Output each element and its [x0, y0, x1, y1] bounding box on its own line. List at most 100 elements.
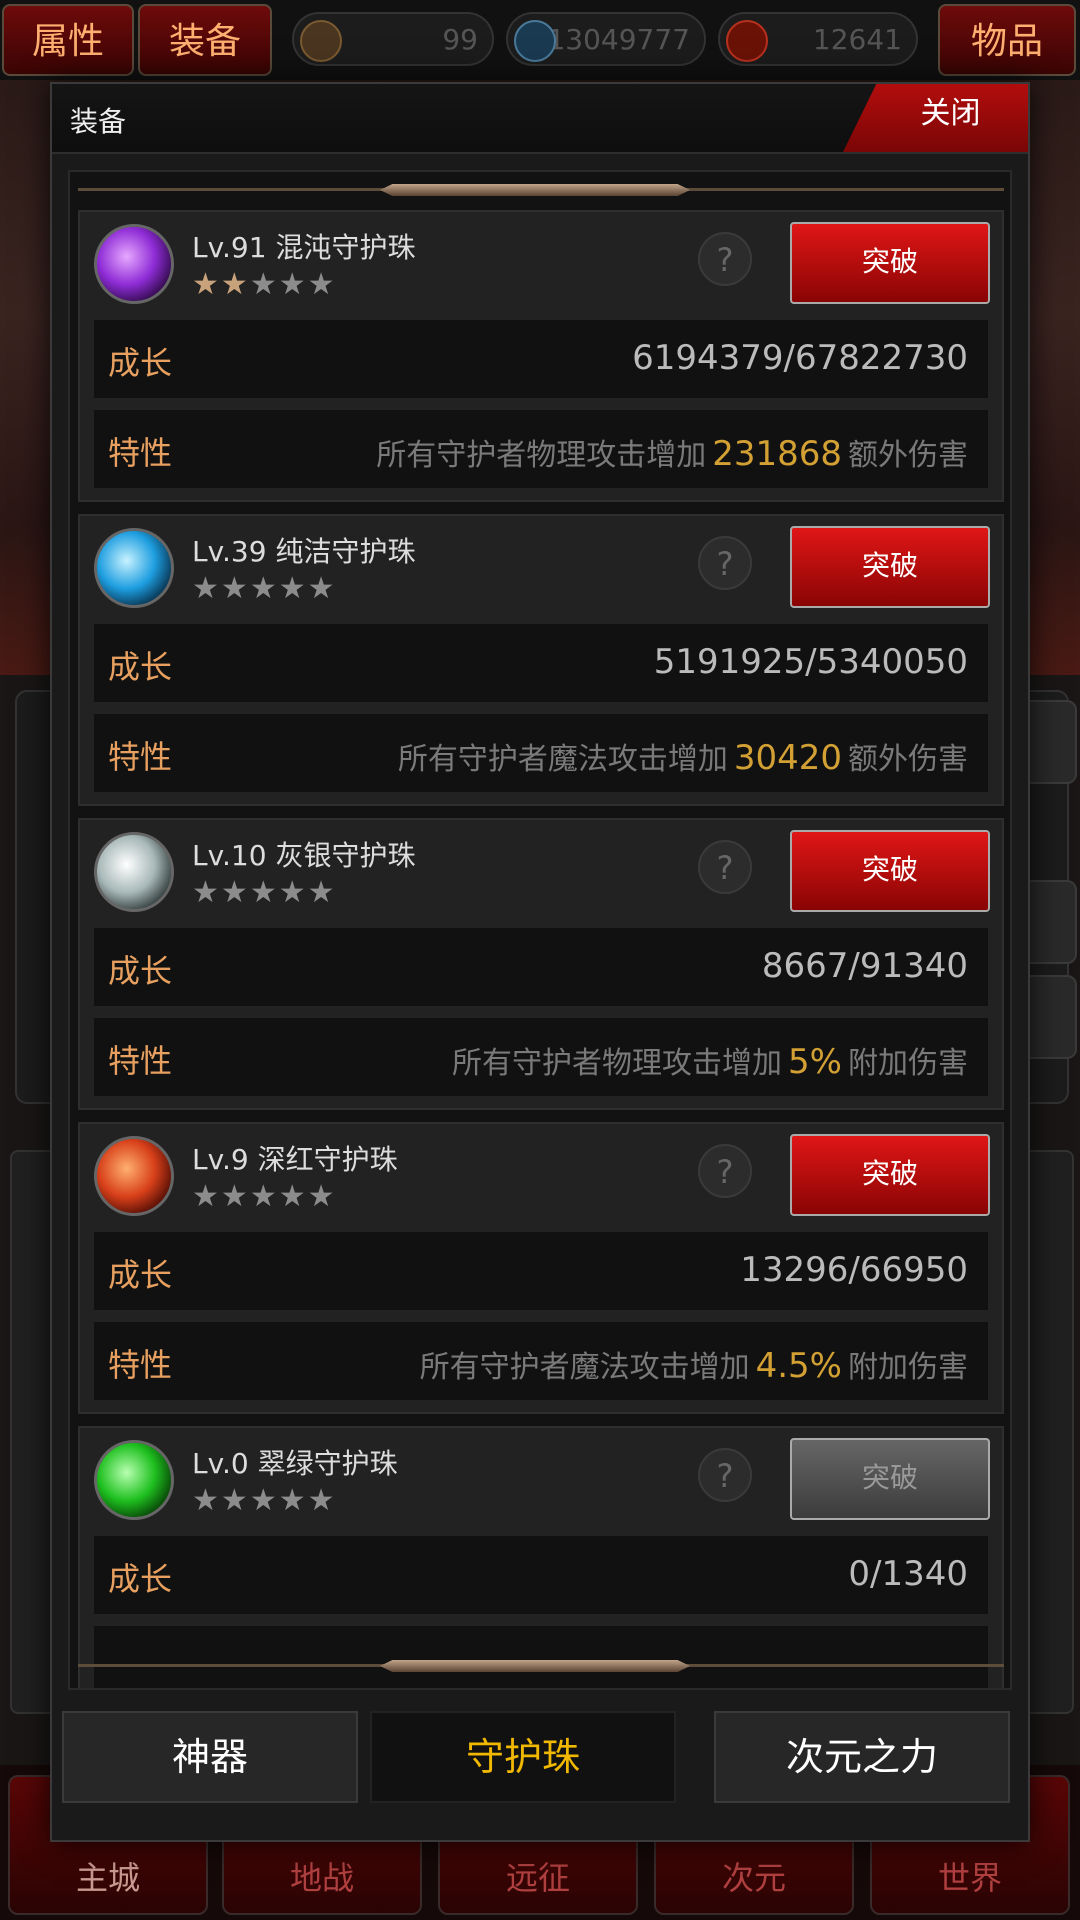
resource-value-3: 12641 — [812, 23, 902, 56]
close-button[interactable]: 关闭 — [843, 84, 1028, 152]
growth-row: 成长 8667/91340 — [94, 928, 988, 1006]
help-button[interactable]: ? — [698, 232, 752, 286]
star-icon: ★ — [220, 875, 250, 910]
orb-level: Lv.39 — [192, 535, 267, 568]
emerald-orb-icon — [94, 1440, 174, 1520]
growth-label: 成长 — [108, 648, 173, 686]
star-icon: ★ — [220, 1483, 250, 1518]
orb-name: 纯洁守护珠 — [275, 535, 416, 568]
nav-label: 世界 — [937, 1859, 1002, 1897]
orb-title: Lv.0 翠绿守护珠 — [192, 1442, 398, 1482]
trait-row: 特性 所有守护者魔法攻击增加 4.5% 附加伤害 — [94, 1322, 988, 1400]
trait-value: 30420 — [733, 738, 842, 778]
bottom-divider-ornament — [380, 1660, 690, 1672]
star-icon: ★ — [307, 1179, 337, 1214]
tab-attributes[interactable]: 属性 — [2, 4, 134, 76]
trait-prefix: 所有守护者物理攻击增加 — [376, 438, 707, 473]
breakthrough-button[interactable]: 突破 — [790, 222, 990, 304]
star-icon: ★ — [278, 267, 308, 302]
close-label: 关闭 — [920, 96, 981, 131]
breakthrough-button[interactable]: 突破 — [790, 526, 990, 608]
trait-text: 所有守护者物理攻击增加 5% 附加伤害 — [452, 1038, 968, 1082]
trait-row: 特性 所有守护者魔法攻击增加 30420 额外伤害 — [94, 714, 988, 792]
orb-level: Lv.9 — [192, 1143, 249, 1176]
tab-equipment[interactable]: 装备 — [138, 4, 272, 76]
help-button[interactable]: ? — [698, 1448, 752, 1502]
nav-label: 次元 — [721, 1859, 786, 1897]
trait-suffix: 附加伤害 — [848, 1046, 968, 1081]
orb-card-chaos: Lv.91 混沌守护珠 ★★★★★ ? 突破 成长 6194379/678227… — [78, 210, 1004, 502]
star-icon: ★ — [249, 875, 279, 910]
equipment-modal: 装备 关闭 Lv.91 混沌守护珠 ★★★★★ ? 突破 成长 6194379/… — [50, 82, 1030, 1842]
star-icon: ★ — [278, 1483, 308, 1518]
chaos-orb-icon — [94, 224, 174, 304]
orb-list[interactable]: Lv.91 混沌守护珠 ★★★★★ ? 突破 成长 6194379/678227… — [68, 170, 1012, 1690]
growth-value: 6194379/67822730 — [632, 338, 968, 378]
trait-label: 特性 — [108, 738, 173, 776]
trait-value: 5% — [788, 1042, 842, 1082]
resource-value-2: 13049777 — [547, 23, 690, 56]
growth-label: 成长 — [108, 952, 173, 990]
star-icon: ★ — [307, 1483, 337, 1518]
star-icon: ★ — [192, 571, 221, 606]
growth-row: 成长 13296/66950 — [94, 1232, 988, 1310]
tab-dimension-power[interactable]: 次元之力 — [714, 1711, 1010, 1803]
star-icon: ★ — [192, 1483, 221, 1518]
star-icon: ★ — [249, 1179, 279, 1214]
star-rating: ★★★★★ — [192, 574, 337, 604]
star-icon: ★ — [249, 571, 279, 606]
growth-value: 13296/66950 — [740, 1250, 968, 1290]
star-icon: ★ — [307, 267, 337, 302]
star-icon: ★ — [307, 571, 337, 606]
silver-orb-icon — [94, 832, 174, 912]
orb-level: Lv.0 — [192, 1447, 249, 1480]
tab-items[interactable]: 物品 — [938, 4, 1076, 76]
nav-label: 地战 — [289, 1859, 354, 1897]
orb-card-silver: Lv.10 灰银守护珠 ★★★★★ ? 突破 成长 8667/91340 特性 … — [78, 818, 1004, 1110]
trait-row — [94, 1626, 988, 1688]
trait-label: 特性 — [108, 1346, 173, 1384]
breakthrough-button[interactable]: 突破 — [790, 1134, 990, 1216]
nav-label: 主城 — [75, 1859, 140, 1897]
star-rating: ★★★★★ — [192, 1182, 337, 1212]
modal-header: 装备 关闭 — [52, 84, 1028, 154]
orb-title: Lv.10 灰银守护珠 — [192, 834, 415, 874]
star-rating: ★★★★★ — [192, 270, 337, 300]
star-icon: ★ — [220, 267, 250, 302]
help-button[interactable]: ? — [698, 536, 752, 590]
crimson-orb-icon — [94, 1136, 174, 1216]
star-rating: ★★★★★ — [192, 1486, 337, 1516]
trait-suffix: 额外伤害 — [848, 438, 968, 473]
nav-label: 远征 — [505, 1859, 570, 1897]
top-divider-ornament — [380, 184, 690, 196]
tab-artifact[interactable]: 神器 — [62, 1711, 358, 1803]
trait-value: 4.5% — [755, 1346, 842, 1386]
growth-label: 成长 — [108, 1256, 173, 1294]
star-icon: ★ — [220, 571, 250, 606]
resource-counter-1: 99 — [292, 12, 494, 66]
growth-label: 成长 — [108, 344, 173, 382]
trait-text: 所有守护者魔法攻击增加 30420 额外伤害 — [398, 734, 968, 778]
trait-prefix: 所有守护者物理攻击增加 — [452, 1046, 783, 1081]
orb-name: 灰银守护珠 — [275, 839, 416, 872]
trait-row: 特性 所有守护者物理攻击增加 231868 额外伤害 — [94, 410, 988, 488]
star-icon: ★ — [249, 1483, 279, 1518]
orb-name: 深红守护珠 — [257, 1143, 398, 1176]
trait-value: 231868 — [712, 434, 842, 474]
orb-card-emerald: Lv.0 翠绿守护珠 ★★★★★ ? 突破 成长 0/1340 — [78, 1426, 1004, 1688]
star-icon: ★ — [307, 875, 337, 910]
help-button[interactable]: ? — [698, 1144, 752, 1198]
trait-text: 所有守护者物理攻击增加 231868 额外伤害 — [376, 430, 968, 474]
orb-name: 混沌守护珠 — [275, 231, 416, 264]
tab-guardian-orb[interactable]: 守护珠 — [370, 1711, 676, 1803]
orb-level: Lv.10 — [192, 839, 267, 872]
help-button[interactable]: ? — [698, 840, 752, 894]
star-rating: ★★★★★ — [192, 878, 337, 908]
breakthrough-button-disabled[interactable]: 突破 — [790, 1438, 990, 1520]
breakthrough-button[interactable]: 突破 — [790, 830, 990, 912]
swirl-icon — [726, 20, 768, 62]
skull-icon — [514, 20, 556, 62]
trait-row: 特性 所有守护者物理攻击增加 5% 附加伤害 — [94, 1018, 988, 1096]
star-icon: ★ — [220, 1179, 250, 1214]
orb-card-pure: Lv.39 纯洁守护珠 ★★★★★ ? 突破 成长 5191925/534005… — [78, 514, 1004, 806]
